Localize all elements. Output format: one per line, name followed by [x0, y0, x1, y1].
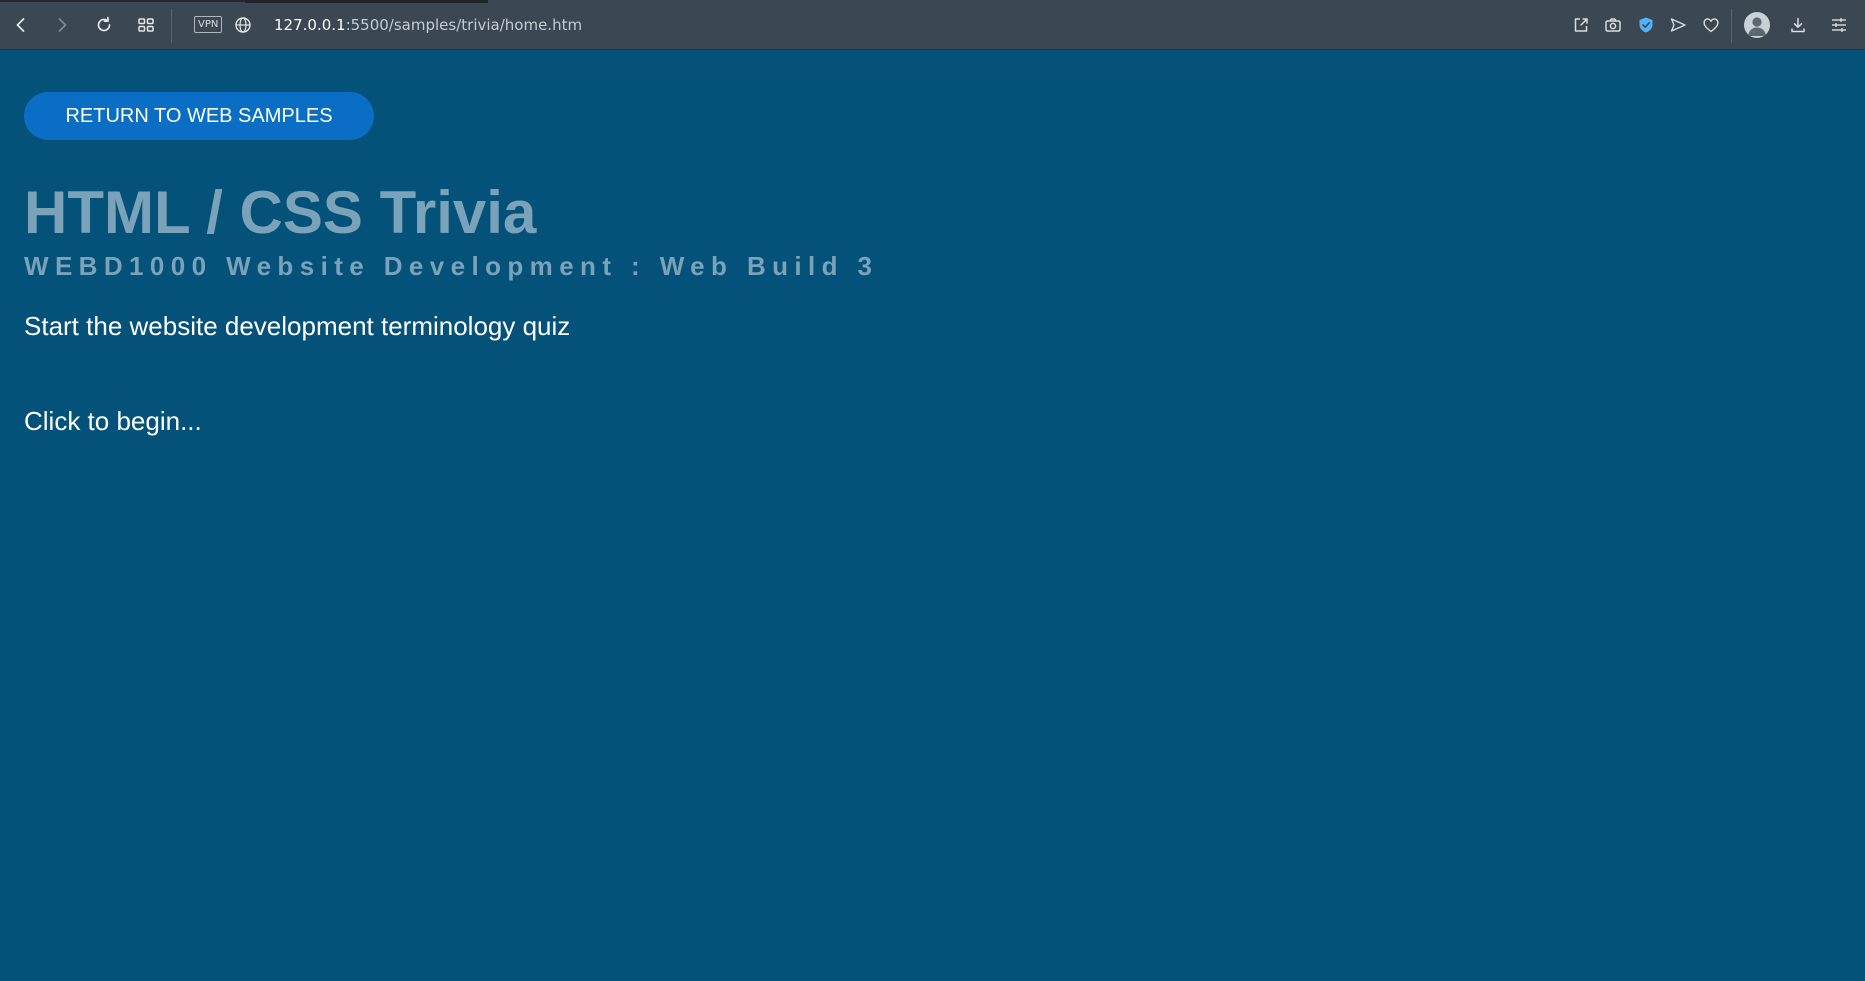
chevron-right-icon: [58, 18, 67, 32]
browser-toolbar: VPN 127.0.0.1:5500/samples/trivia/home.h…: [0, 0, 1865, 50]
toolbar-divider: [171, 9, 172, 43]
tabs-overview-button[interactable]: [134, 13, 158, 37]
tab-strip-edge: [0, 0, 245, 2]
favorites-button[interactable]: [1699, 13, 1723, 37]
vpn-badge[interactable]: VPN: [194, 16, 223, 33]
grid-icon: [138, 18, 154, 32]
ad-blocker-button[interactable]: [1634, 13, 1658, 37]
page-content: RETURN TO WEB SAMPLES HTML / CSS Trivia …: [0, 50, 1865, 981]
send-button[interactable]: [1666, 13, 1690, 37]
reload-button[interactable]: [92, 13, 116, 37]
user-icon: [1748, 17, 1766, 36]
address-path: :5500/samples/trivia/home.htm: [345, 16, 583, 34]
camera-icon: [1605, 18, 1621, 32]
send-icon: [1670, 18, 1686, 32]
menu-icon: [1832, 18, 1846, 32]
page-title: HTML / CSS Trivia: [24, 179, 537, 246]
address-bar[interactable]: 127.0.0.1:5500/samples/trivia/home.htm: [274, 15, 582, 35]
share-button[interactable]: [1569, 13, 1593, 37]
heart-icon: [1703, 18, 1719, 33]
snapshot-button[interactable]: [1601, 13, 1625, 37]
active-tab-indicator[interactable]: [245, 0, 488, 3]
back-button[interactable]: [9, 13, 33, 37]
toolbar-divider: [1731, 9, 1732, 43]
share-icon: [1574, 18, 1588, 32]
reload-icon: [97, 16, 111, 32]
quiz-intro-text: Start the website development terminolog…: [24, 311, 571, 341]
page-subtitle: WEBD1000 Website Development : Web Build…: [24, 251, 879, 281]
downloads-button[interactable]: [1786, 13, 1810, 37]
download-icon: [1791, 17, 1805, 33]
avatar[interactable]: [1744, 12, 1770, 38]
return-to-web-samples-button[interactable]: RETURN TO WEB SAMPLES: [24, 92, 374, 140]
globe-icon: [235, 17, 251, 33]
address-host: 127.0.0.1: [274, 16, 346, 34]
site-info-button[interactable]: [231, 13, 255, 37]
begin-quiz-link[interactable]: Click to begin...: [24, 405, 202, 437]
easy-setup-button[interactable]: [1827, 13, 1851, 37]
chevron-left-icon: [16, 18, 25, 32]
shield-icon: [1639, 17, 1653, 33]
forward-button[interactable]: [50, 13, 74, 37]
